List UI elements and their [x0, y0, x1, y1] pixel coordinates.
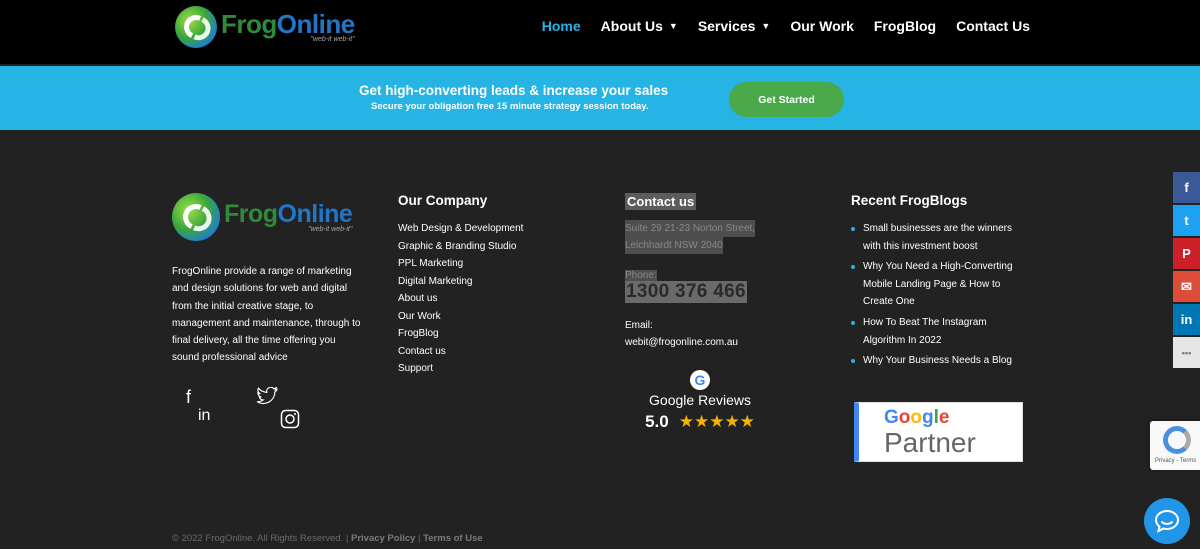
footer-link[interactable]: FrogBlog	[398, 325, 588, 343]
chat-icon	[1154, 509, 1180, 533]
reviews-title: Google Reviews	[649, 392, 751, 408]
email-icon[interactable]: ✉	[1173, 271, 1200, 302]
footer-link[interactable]: Our Work	[398, 308, 588, 326]
footer-link[interactable]: About us	[398, 290, 588, 308]
address-line: Leichhardt NSW 2040	[625, 237, 723, 254]
footer-blogs: Recent FrogBlogs Small businesses are th…	[851, 193, 1031, 373]
partner-word: Partner	[884, 427, 976, 458]
recaptcha-text[interactable]: Privacy - Terms	[1155, 458, 1196, 464]
site-logo[interactable]: FrogOnline "web-it web-it"	[175, 6, 355, 48]
instagram-icon[interactable]	[280, 409, 300, 434]
nav-our-work[interactable]: Our Work	[790, 18, 854, 34]
blog-list: Small businesses are the winners with th…	[851, 220, 1031, 370]
footer-about: FrogOnline "web-it web-it" FrogOnline pr…	[172, 193, 362, 447]
banner-subtitle: Secure your obligation free 15 minute st…	[371, 101, 649, 112]
get-started-button[interactable]: Get Started	[729, 82, 844, 117]
company-links: Web Design & Development Graphic & Brand…	[398, 220, 588, 378]
google-partner-badge[interactable]: Google Partner	[854, 402, 1023, 462]
review-score: 5.0	[645, 412, 669, 431]
footer-link[interactable]: Graphic & Branding Studio	[398, 238, 588, 256]
footer-logo[interactable]: FrogOnline "web-it web-it"	[172, 193, 362, 241]
footer-link[interactable]: PPL Marketing	[398, 255, 588, 273]
more-icon[interactable]: •••	[1173, 337, 1200, 368]
footer-link[interactable]: Digital Marketing	[398, 273, 588, 291]
about-text: FrogOnline provide a range of marketing …	[172, 266, 361, 364]
blog-link[interactable]: Why Your Business Needs a Blog	[851, 352, 1031, 370]
chevron-down-icon: ▼	[761, 21, 771, 31]
share-sidebar: f t P ✉ in •••	[1173, 172, 1200, 370]
nav-services[interactable]: Services ▼	[698, 18, 771, 34]
copyright: © 2022 FrogOnline. All Rights Reserved. …	[172, 533, 483, 544]
linkedin-icon[interactable]: in	[1173, 304, 1200, 335]
footer-contact: Contact us Suite 29 21-23 Norton Street,…	[625, 193, 785, 351]
google-reviews-badge[interactable]: G Google Reviews 5.0 ★★★★★	[638, 370, 762, 432]
address: Suite 29 21-23 Norton Street, Leichhardt…	[625, 220, 785, 254]
nav-frogblog[interactable]: FrogBlog	[874, 18, 936, 34]
main-nav: Home About Us ▼ Services ▼ Our Work FrogBl…	[522, 18, 1030, 34]
copyright-text: © 2022 FrogOnline. All Rights Reserved. …	[172, 533, 349, 544]
footer-link[interactable]: Contact us	[398, 343, 588, 361]
address-line: Suite 29 21-23 Norton Street,	[625, 220, 756, 237]
footer-company: Our Company Web Design & Development Gra…	[398, 193, 588, 378]
terms-of-use-link[interactable]: Terms of Use	[423, 533, 482, 544]
blogs-heading: Recent FrogBlogs	[851, 193, 968, 208]
chat-button[interactable]	[1144, 498, 1190, 544]
google-g-icon: G	[690, 370, 710, 390]
privacy-policy-link[interactable]: Privacy Policy	[351, 533, 415, 544]
blog-link[interactable]: Why You Need a High-Converting Mobile La…	[851, 258, 1031, 311]
email-link[interactable]: webit@frogonline.com.au	[625, 334, 785, 351]
facebook-icon[interactable]: f	[186, 387, 191, 408]
nav-about-us[interactable]: About Us ▼	[601, 18, 678, 34]
cta-banner: Get high-converting leads & increase you…	[0, 66, 1200, 130]
site-header: FrogOnline "web-it web-it" Home About Us…	[0, 0, 1200, 64]
partner-google-word: Google	[884, 407, 950, 428]
footer-link[interactable]: Web Design & Development	[398, 220, 588, 238]
social-links: f in	[172, 386, 362, 447]
chevron-down-icon: ▼	[668, 21, 678, 31]
logo-tagline: "web-it web-it"	[310, 36, 355, 43]
twitter-icon[interactable]: t	[1173, 205, 1200, 236]
linkedin-icon[interactable]: in	[198, 407, 210, 425]
blog-link[interactable]: How To Beat The Instagram Algorithm In 2…	[851, 314, 1031, 349]
frog-logo-icon	[175, 6, 217, 48]
nav-contact-us[interactable]: Contact Us	[956, 18, 1030, 34]
pinterest-icon[interactable]: P	[1173, 238, 1200, 269]
star-rating-icon: ★★★★★	[678, 412, 755, 431]
footer-link[interactable]: Support	[398, 360, 588, 378]
nav-home[interactable]: Home	[542, 18, 581, 34]
recaptcha-icon	[1163, 426, 1191, 454]
company-heading: Our Company	[398, 193, 488, 208]
recaptcha-badge[interactable]: Privacy - Terms	[1150, 421, 1200, 470]
blog-link[interactable]: Small businesses are the winners with th…	[851, 220, 1031, 255]
twitter-icon[interactable]	[256, 386, 278, 410]
email-block: Email: webit@frogonline.com.au	[625, 317, 785, 351]
facebook-icon[interactable]: f	[1173, 172, 1200, 203]
contact-heading: Contact us	[625, 193, 697, 210]
phone-number[interactable]: 1300 376 466	[625, 281, 747, 303]
logo-word-green: Frog	[221, 9, 277, 39]
frog-logo-icon	[172, 193, 220, 241]
logo-word-blue: Online	[276, 9, 355, 39]
email-label: Email:	[625, 320, 653, 331]
phone-label: Phone:	[625, 270, 657, 281]
banner-title: Get high-converting leads & increase you…	[359, 83, 669, 98]
